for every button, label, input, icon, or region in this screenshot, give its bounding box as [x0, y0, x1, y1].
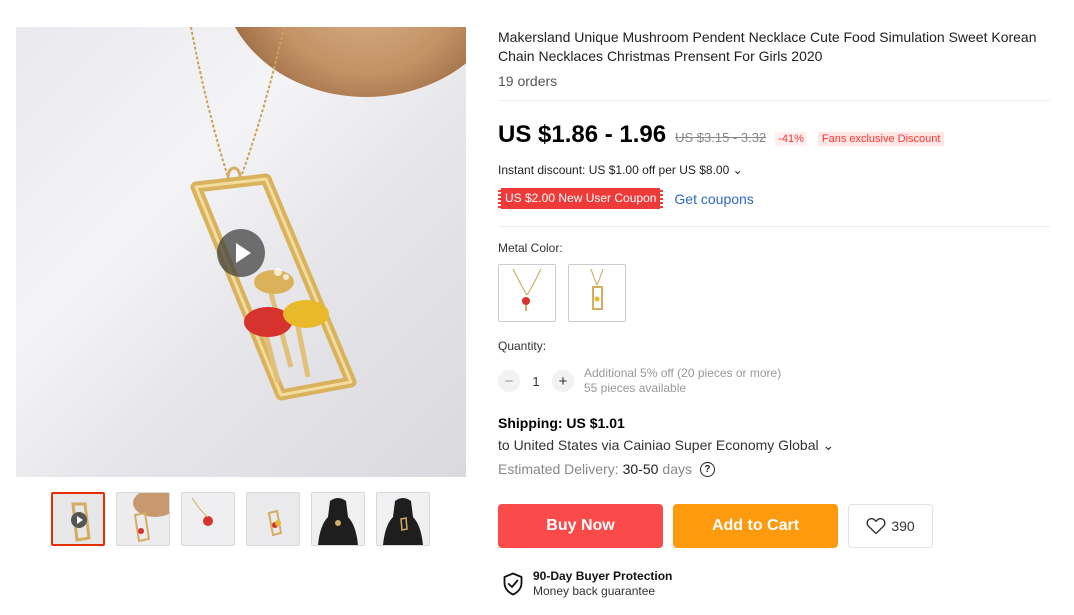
delivery-days: 30-50 [622, 461, 659, 477]
estimated-delivery: Estimated Delivery: 30-50 days ? [498, 461, 715, 477]
get-coupons-link[interactable]: Get coupons [674, 191, 753, 207]
play-video-button[interactable] [217, 229, 265, 277]
new-user-coupon[interactable]: US $2.00 New User Coupon [498, 188, 664, 209]
product-title: Makersland Unique Mushroom Pendent Neckl… [498, 29, 1037, 64]
thumbnail-5[interactable] [311, 492, 365, 546]
price-row: US $1.86 - 1.96 US $3.15 - 3.32 -41% Fan… [498, 121, 945, 149]
metal-color-label: Metal Color: [498, 241, 563, 255]
quantity-input[interactable]: 1 [520, 374, 552, 389]
wishlist-button[interactable]: 390 [848, 504, 933, 548]
product-info: Makersland Unique Mushroom Pendent Neckl… [498, 28, 1050, 101]
help-icon[interactable]: ? [699, 461, 715, 477]
thumbnail-3[interactable] [181, 492, 235, 546]
quantity-stepper: − 1 + Additional 5% off (20 pieces or mo… [498, 366, 781, 396]
quantity-increase-button[interactable]: + [552, 370, 574, 392]
thumbnail-strip [51, 492, 430, 546]
sku-options [498, 264, 626, 322]
sku-option-1[interactable] [498, 264, 556, 322]
fans-discount-badge: Fans exclusive Discount [817, 132, 945, 146]
divider [498, 226, 1050, 227]
quantity-note: Additional 5% off (20 pieces or more) 55… [584, 366, 781, 396]
protection-title: 90-Day Buyer Protection [533, 569, 673, 583]
current-price: US $1.86 - 1.96 [498, 121, 667, 148]
quantity-label: Quantity: [498, 339, 547, 353]
discount-badge: -41% [775, 132, 807, 146]
instant-discount[interactable]: Instant discount: US $1.00 off per US $8… [498, 163, 743, 177]
sku-option-2[interactable] [568, 264, 626, 322]
thumbnail-6[interactable] [376, 492, 430, 546]
thumbnail-2[interactable] [116, 492, 170, 546]
divider [498, 100, 1050, 101]
delivery-label: Estimated Delivery: [498, 461, 619, 477]
heart-icon [866, 517, 886, 535]
shipping-method-selector[interactable]: to United States via Cainiao Super Econo… [498, 437, 834, 454]
quantity-decrease-button[interactable]: − [498, 370, 520, 392]
order-count: 19 orders [498, 73, 558, 89]
thumbnail-1[interactable] [51, 492, 105, 546]
wishlist-count: 390 [891, 518, 915, 534]
shield-check-icon [503, 572, 523, 596]
main-product-image[interactable] [16, 27, 466, 477]
buyer-protection: 90-Day Buyer Protection Money back guara… [502, 569, 672, 599]
coupon-row: US $2.00 New User Coupon Get coupons [498, 188, 754, 209]
original-price: US $3.15 - 3.32 [675, 130, 767, 145]
bulk-discount-note: Additional 5% off (20 pieces or more) [584, 366, 782, 380]
add-to-cart-button[interactable]: Add to Cart [673, 504, 838, 548]
thumbnail-4[interactable] [246, 492, 300, 546]
buy-now-button[interactable]: Buy Now [498, 504, 663, 548]
stock-available: 55 pieces available [584, 381, 687, 395]
protection-subtitle: Money back guarantee [533, 584, 656, 598]
shipping-cost: Shipping: US $1.01 [498, 415, 625, 431]
delivery-unit: days [662, 461, 692, 477]
